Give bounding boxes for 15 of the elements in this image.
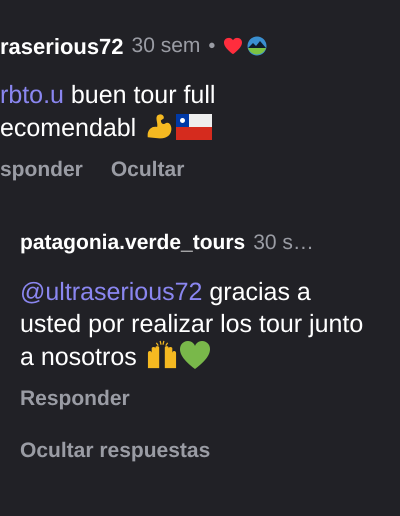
separator: • [208,34,216,59]
mention-link[interactable]: @ultraserious72 [20,278,202,306]
reply-action[interactable]: sponder [0,156,83,184]
avatar-icon [247,36,268,56]
timestamp: 30 sem [132,33,200,60]
flag-icon [176,114,212,140]
username[interactable]: raserious72 [0,30,124,62]
username[interactable]: patagonia.verde_tours [20,227,246,259]
mention-link[interactable]: rbto.u [0,81,64,109]
heart-icon [223,37,244,55]
heart-icon [178,340,211,370]
reply-action[interactable]: Ocultar [110,156,184,184]
hide-replies-button[interactable]: Ocultar respuestas [20,437,400,465]
reply-action[interactable]: Responder [20,385,130,413]
timestamp: 30 s… [253,230,314,256]
